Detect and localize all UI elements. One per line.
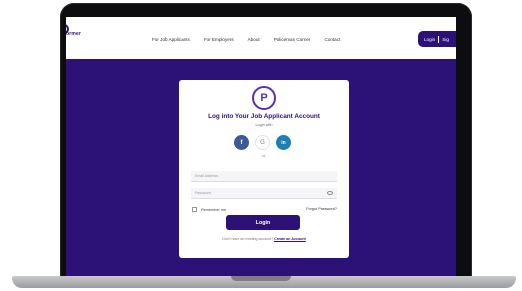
- remember-me: Remember me: [192, 207, 226, 212]
- password-field[interactable]: Password: [191, 188, 337, 199]
- email-field[interactable]: Email Address: [191, 171, 337, 182]
- login-button[interactable]: Login: [226, 215, 300, 230]
- remember-me-checkbox[interactable]: [192, 207, 197, 212]
- logo-text: ormer: [66, 31, 82, 37]
- nav-item-job-applicants[interactable]: For Job Applicants: [152, 37, 190, 42]
- linkedin-login-button[interactable]: in: [276, 135, 291, 150]
- or-divider: or: [262, 154, 266, 158]
- nav-item-employers[interactable]: For Employers: [204, 37, 234, 42]
- forgot-password-link[interactable]: Forgot Password?: [306, 207, 337, 211]
- linkedin-icon: in: [281, 139, 286, 146]
- google-icon: G: [260, 139, 265, 146]
- login-with-label: Login with: [255, 123, 273, 127]
- create-account-link[interactable]: Create an Account: [274, 237, 306, 241]
- login-card: P Log into Your Job Applicant Account Lo…: [179, 80, 349, 258]
- facebook-icon: f: [240, 139, 243, 146]
- password-placeholder: Password: [195, 191, 211, 195]
- nav-item-policeman-corner[interactable]: Policeman Corner: [274, 37, 311, 42]
- brand-logo-icon: P: [252, 86, 276, 110]
- email-placeholder: Email Address: [195, 174, 218, 178]
- site-logo[interactable]: ormer: [66, 24, 82, 37]
- header-login-button[interactable]: Login: [424, 37, 435, 42]
- signup-prompt: Don't have an existing account? Create a…: [179, 237, 349, 241]
- laptop-notch: [231, 276, 291, 281]
- main-nav: For Job Applicants For Employers About P…: [152, 37, 354, 42]
- header-auth-buttons: Login Sig: [418, 31, 456, 47]
- show-password-icon[interactable]: [327, 191, 333, 195]
- nav-item-contact[interactable]: Contact: [324, 37, 340, 42]
- facebook-login-button[interactable]: f: [234, 135, 249, 150]
- nav-item-about[interactable]: About: [248, 37, 260, 42]
- remember-me-label: Remember me: [201, 207, 227, 212]
- login-title: Log into Your Job Applicant Account: [208, 113, 320, 120]
- site-header: ormer For Job Applicants For Employers A…: [66, 17, 456, 59]
- header-signup-button[interactable]: Sig: [442, 37, 449, 42]
- google-login-button[interactable]: G: [255, 135, 270, 150]
- auth-divider: [438, 35, 440, 43]
- signup-prompt-text: Don't have an existing account?: [222, 237, 275, 241]
- social-login-group: f G in: [234, 135, 291, 150]
- laptop-screen: ormer For Job Applicants For Employers A…: [66, 17, 456, 276]
